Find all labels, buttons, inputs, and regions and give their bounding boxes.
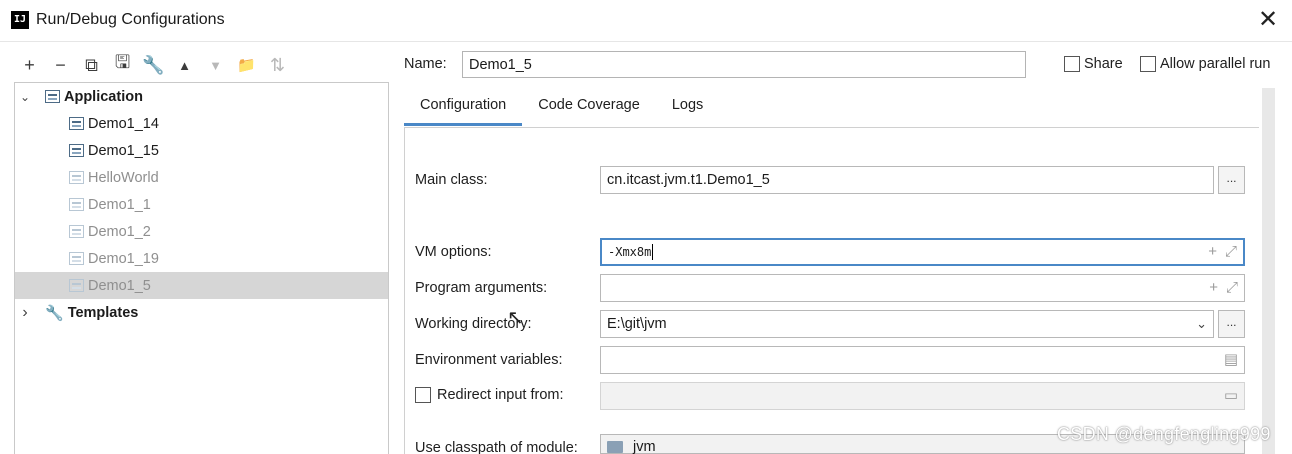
classpath-module-value: jvm [633,439,656,454]
environment-variables-field[interactable]: ▤ [600,346,1245,374]
move-down-icon[interactable]: ▼ [200,52,231,78]
mouse-cursor-icon: ↖ [507,307,524,329]
main-class-value: cn.itcast.jvm.t1.Demo1_5 [607,172,770,188]
expand-icon[interactable]: ⤢ [1226,275,1238,301]
chevron-right-icon[interactable]: › [19,304,31,322]
application-icon [45,90,60,103]
watermark: CSDN @dengfengling999 [1057,424,1271,444]
add-icon[interactable]: + [14,52,45,78]
run-config-icon [69,171,84,184]
chevron-down-icon[interactable]: ⌄ [19,90,31,104]
program-arguments-label: Program arguments: [415,280,548,296]
run-config-icon [69,144,84,157]
tree-item-label: HelloWorld [88,169,159,186]
redirect-input-checkbox[interactable] [415,387,431,403]
configuration-tree: ⌄ Application Demo1_14 Demo1_15 HelloWor… [14,82,389,454]
classpath-module-label: Use classpath of module: [415,440,578,454]
save-icon[interactable]: 🖫 [107,52,138,78]
tree-item-label: Demo1_2 [88,223,151,240]
redirect-input-group[interactable]: Redirect input from: [415,387,564,403]
run-config-icon [69,225,84,238]
allow-parallel-label: Allow parallel run [1160,56,1271,72]
expand-icon[interactable]: ⤢ [1225,240,1237,264]
tree-item[interactable]: Demo1_14 [15,110,388,137]
wrench-icon[interactable]: 🔧 [138,52,169,78]
run-config-icon [69,117,84,130]
wrench-icon: 🔧 [45,304,64,322]
tree-item-label: Demo1_19 [88,250,159,267]
chevron-down-icon[interactable]: ⌄ [1196,311,1207,337]
tree-item-label: Demo1_1 [88,196,151,213]
vm-options-label: VM options: [415,244,492,260]
remove-icon[interactable]: − [45,52,76,78]
folder-icon: ▭ [1223,387,1238,404]
config-toolbar: + − ⧉ 🖫 🔧 ▲ ▼ 📁 ⇅ [14,52,293,78]
sort-icon[interactable]: ⇅ [262,52,293,78]
working-directory-browse-button[interactable]: ... [1218,310,1245,338]
module-folder-icon [607,441,623,454]
vm-options-field[interactable]: -Xmx8m + ⤢ [600,238,1245,266]
share-label: Share [1084,56,1123,72]
redirect-input-label: Redirect input from: [437,387,564,403]
tab-configuration[interactable]: Configuration [404,88,523,126]
tab-logs[interactable]: Logs [656,88,719,126]
run-config-icon [69,279,84,292]
tree-node-label: Templates [67,304,139,321]
tree-item-label: Demo1_5 [88,277,151,294]
tree-item[interactable]: Demo1_2 [15,218,388,245]
tree-item[interactable]: HelloWorld [15,164,388,191]
tree-item[interactable]: Demo1_19 [15,245,388,272]
folder-add-icon[interactable]: 📁 [231,52,262,78]
intellij-logo-icon: IJ [11,11,29,29]
config-tabs: Configuration Code Coverage Logs [404,88,719,128]
close-icon[interactable]: ✕ [1254,6,1282,34]
window-title: Run/Debug Configurations [36,11,225,28]
main-class-field[interactable]: cn.itcast.jvm.t1.Demo1_5 [600,166,1214,194]
share-checkbox[interactable] [1064,56,1080,72]
plus-icon[interactable]: + [1209,275,1218,301]
working-directory-value: E:\git\jvm [607,316,667,332]
run-config-icon [69,252,84,265]
tree-item-label: Demo1_15 [88,142,159,159]
allow-parallel-checkbox[interactable] [1140,56,1156,72]
text-caret [652,244,654,261]
name-input[interactable] [462,51,1026,78]
environment-variables-label: Environment variables: [415,352,563,368]
tree-node-templates[interactable]: › 🔧 Templates [15,299,388,326]
tree-node-label: Application [64,88,143,105]
name-label: Name: [404,56,447,72]
tree-item[interactable]: Demo1_1 [15,191,388,218]
main-class-label: Main class: [415,172,488,188]
vm-options-value: -Xmx8m [608,245,652,259]
vertical-scrollbar[interactable] [1262,88,1275,454]
tree-item-label: Demo1_14 [88,115,159,132]
tree-item[interactable]: Demo1_15 [15,137,388,164]
tree-item-selected[interactable]: Demo1_5 [15,272,388,299]
title-bar: IJ Run/Debug Configurations ✕ [0,0,1292,42]
program-arguments-field[interactable]: + ⤢ [600,274,1245,302]
run-config-icon [69,198,84,211]
working-directory-field[interactable]: E:\git\jvm ⌄ [600,310,1214,338]
parallel-checkbox-group[interactable]: Allow parallel run [1140,56,1270,72]
copy-icon[interactable]: ⧉ [76,52,107,78]
edit-list-icon[interactable]: ▤ [1224,347,1238,373]
tab-code-coverage[interactable]: Code Coverage [522,88,656,126]
main-class-browse-button[interactable]: ... [1218,166,1245,194]
tree-node-application[interactable]: ⌄ Application [15,83,388,110]
plus-icon[interactable]: + [1208,240,1217,264]
move-up-icon[interactable]: ▲ [169,52,200,78]
redirect-input-field: ▭ [600,382,1245,410]
share-checkbox-group[interactable]: Share [1064,56,1123,72]
